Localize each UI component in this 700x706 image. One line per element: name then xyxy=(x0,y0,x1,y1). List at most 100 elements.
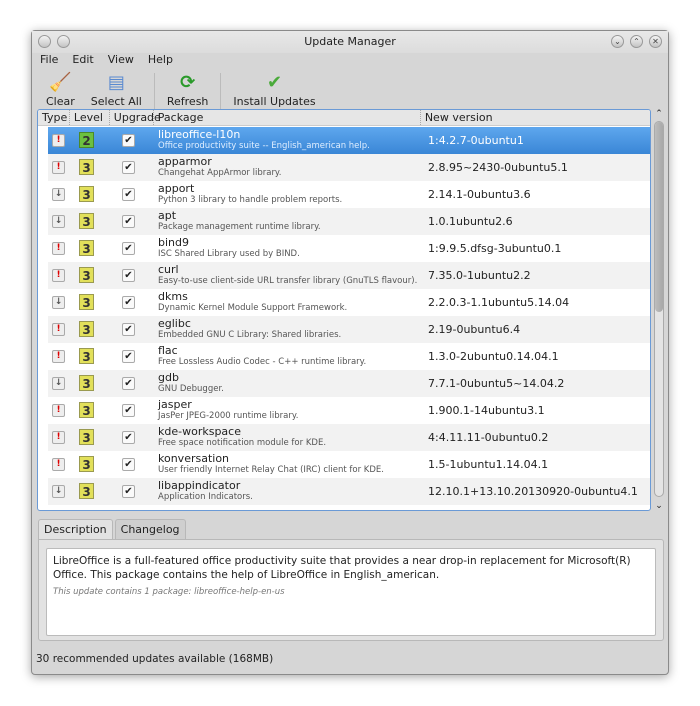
column-new-version[interactable]: New version xyxy=(421,110,650,125)
package-name: curl xyxy=(158,263,179,276)
security-update-icon: ! xyxy=(52,404,65,417)
upgrade-checkbox[interactable]: ✔ xyxy=(122,404,135,417)
upgrade-checkbox[interactable]: ✔ xyxy=(122,242,135,255)
table-row[interactable]: ! 3 ✔ jasper JasPer JPEG-2000 runtime li… xyxy=(48,397,650,424)
tab-changelog[interactable]: Changelog xyxy=(114,519,186,541)
vertical-scrollbar[interactable]: ⌃ ⌄ xyxy=(653,109,665,511)
upgrade-checkbox[interactable]: ✔ xyxy=(122,377,135,390)
level-badge: 3 xyxy=(79,240,94,256)
description-text-area[interactable]: LibreOffice is a full-featured office pr… xyxy=(46,548,656,636)
upgrade-checkbox[interactable]: ✔ xyxy=(122,485,135,498)
table-row[interactable]: ↓ 3 ✔ dkms Dynamic Kernel Module Support… xyxy=(48,289,650,316)
scroll-thumb[interactable] xyxy=(655,122,663,312)
minimize-button[interactable]: ⌄ xyxy=(611,35,624,48)
table-row[interactable]: ↓ 3 ✔ apt Package management runtime lib… xyxy=(48,208,650,235)
package-note: This update contains 1 package: libreoff… xyxy=(53,587,285,597)
level-badge: 3 xyxy=(79,186,94,202)
package-new-version: 1:9.9.5.dfsg-3ubuntu0.1 xyxy=(428,242,562,255)
upgrade-checkbox[interactable]: ✔ xyxy=(122,323,135,336)
package-description: Easy-to-use client-side URL transfer lib… xyxy=(158,276,418,286)
scroll-track[interactable] xyxy=(654,121,664,497)
package-name: apport xyxy=(158,182,195,195)
table-row[interactable]: ! 3 ✔ konversation User friendly Interne… xyxy=(48,451,650,478)
maximize-button[interactable]: ⌃ xyxy=(630,35,643,48)
package-name: eglibc xyxy=(158,317,191,330)
upgrade-checkbox[interactable]: ✔ xyxy=(122,458,135,471)
upgrade-checkbox[interactable]: ✔ xyxy=(122,431,135,444)
clear-button[interactable]: 🧹 Clear xyxy=(38,71,83,108)
package-new-version: 2.14.1-0ubuntu3.6 xyxy=(428,188,531,201)
package-name: konversation xyxy=(158,452,230,465)
package-description: Free Lossless Audio Codec - C++ runtime … xyxy=(158,357,367,367)
package-name: flac xyxy=(158,344,178,357)
details-panel: LibreOffice is a full-featured office pr… xyxy=(38,539,664,641)
package-new-version: 7.7.1-0ubuntu5~14.04.2 xyxy=(428,377,565,390)
package-name: gdb xyxy=(158,371,179,384)
normal-update-icon: ↓ xyxy=(52,188,65,201)
security-update-icon: ! xyxy=(52,134,65,147)
package-new-version: 7.35.0-1ubuntu2.2 xyxy=(428,269,531,282)
menu-file[interactable]: File xyxy=(40,53,58,69)
security-update-icon: ! xyxy=(52,242,65,255)
table-row[interactable]: ! 3 ✔ apparmor Changehat AppArmor librar… xyxy=(48,154,650,181)
table-row[interactable]: ! 3 ✔ kde-workspace Free space notificat… xyxy=(48,424,650,451)
checkmark-icon: ✔ xyxy=(266,72,283,93)
column-type[interactable]: Type xyxy=(38,110,70,125)
upgrade-checkbox[interactable]: ✔ xyxy=(122,296,135,309)
column-level[interactable]: Level xyxy=(70,110,110,125)
refresh-icon: ⟳ xyxy=(180,72,196,93)
scroll-up-icon[interactable]: ⌃ xyxy=(653,109,665,119)
level-badge: 3 xyxy=(79,429,94,445)
upgrade-checkbox[interactable]: ✔ xyxy=(122,215,135,228)
select-all-button[interactable]: ▤ Select All xyxy=(83,71,150,108)
security-update-icon: ! xyxy=(52,431,65,444)
refresh-button[interactable]: ⟳ Refresh xyxy=(159,71,217,108)
normal-update-icon: ↓ xyxy=(52,296,65,309)
package-description: Embedded GNU C Library: Shared libraries… xyxy=(158,330,342,340)
table-row[interactable]: ↓ 3 ✔ gdb GNU Debugger. 7.7.1-0ubuntu5~1… xyxy=(48,370,650,397)
upgrade-checkbox[interactable]: ✔ xyxy=(122,161,135,174)
upgrade-checkbox[interactable]: ✔ xyxy=(122,350,135,363)
package-description: Dynamic Kernel Module Support Framework. xyxy=(158,303,348,313)
install-updates-label: Install Updates xyxy=(233,95,316,108)
upgrade-checkbox[interactable]: ✔ xyxy=(122,269,135,282)
level-badge: 3 xyxy=(79,483,94,499)
update-manager-window: Update Manager ⌄ ⌃ ✕ File Edit View Help… xyxy=(31,30,669,675)
package-new-version: 1.900.1-14ubuntu3.1 xyxy=(428,404,545,417)
details-tabs: Description Changelog xyxy=(38,519,186,541)
level-badge: 3 xyxy=(79,267,94,283)
menu-edit[interactable]: Edit xyxy=(72,53,93,69)
table-row[interactable]: ! 3 ✔ curl Easy-to-use client-side URL t… xyxy=(48,262,650,289)
level-badge: 3 xyxy=(79,402,94,418)
security-update-icon: ! xyxy=(52,323,65,336)
scroll-down-icon[interactable]: ⌄ xyxy=(653,501,665,511)
column-package[interactable]: Package xyxy=(154,110,421,125)
level-badge: 3 xyxy=(79,348,94,364)
updates-table: Type Level Upgrade Package New version !… xyxy=(37,109,651,511)
menu-help[interactable]: Help xyxy=(148,53,173,69)
window-title: Update Manager xyxy=(304,35,396,48)
package-new-version: 1:4.2.7-0ubuntu1 xyxy=(428,134,524,147)
toolbar-separator xyxy=(153,73,155,113)
menu-bar: File Edit View Help xyxy=(32,53,668,69)
package-name: apt xyxy=(158,209,177,222)
level-badge: 2 xyxy=(79,132,94,148)
close-button[interactable]: ✕ xyxy=(649,35,662,48)
table-row[interactable]: ! 2 ✔ libreoffice-l10n Office productivi… xyxy=(48,127,650,154)
tab-description[interactable]: Description xyxy=(38,519,113,541)
menu-view[interactable]: View xyxy=(108,53,134,69)
package-new-version: 2.2.0.3-1.1ubuntu5.14.04 xyxy=(428,296,570,309)
table-row[interactable]: ↓ 3 ✔ apport Python 3 library to handle … xyxy=(48,181,650,208)
package-description: GNU Debugger. xyxy=(158,384,224,394)
table-row[interactable]: ! 3 ✔ eglibc Embedded GNU C Library: Sha… xyxy=(48,316,650,343)
table-row[interactable]: ! 3 ✔ flac Free Lossless Audio Codec - C… xyxy=(48,343,650,370)
upgrade-checkbox[interactable]: ✔ xyxy=(122,134,135,147)
package-description: Application Indicators. xyxy=(158,492,253,502)
package-new-version: 1.5-1ubuntu1.14.04.1 xyxy=(428,458,549,471)
install-updates-button[interactable]: ✔ Install Updates xyxy=(225,71,323,108)
security-update-icon: ! xyxy=(52,269,65,282)
upgrade-checkbox[interactable]: ✔ xyxy=(122,188,135,201)
table-row[interactable]: ! 3 ✔ bind9 ISC Shared Library used by B… xyxy=(48,235,650,262)
table-row[interactable]: ↓ 3 ✔ libappindicator Application Indica… xyxy=(48,478,650,505)
column-upgrade[interactable]: Upgrade xyxy=(110,110,161,125)
